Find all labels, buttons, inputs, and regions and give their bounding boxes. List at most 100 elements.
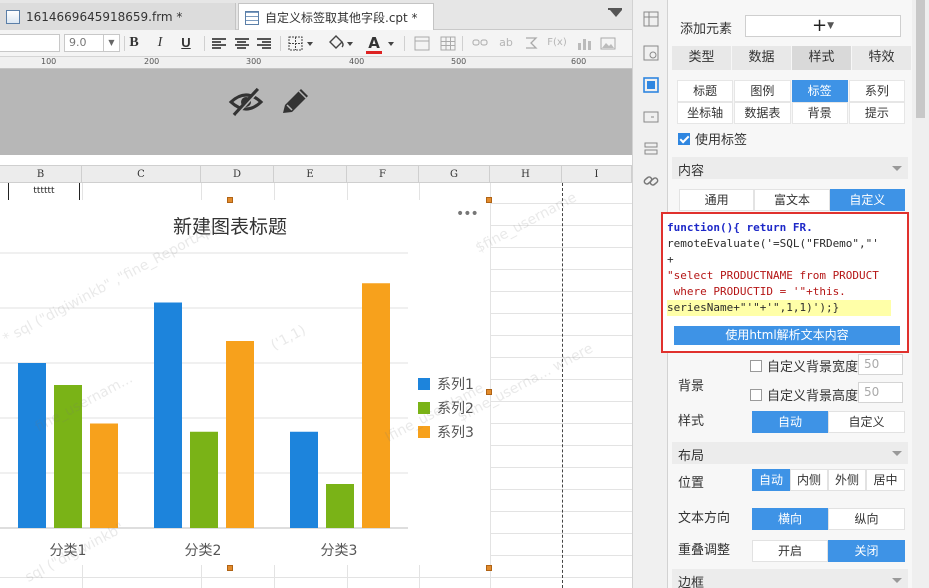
legend-item[interactable]: 系列1 — [418, 372, 474, 396]
column-header-f[interactable]: F — [347, 166, 419, 183]
legend-item[interactable]: 系列2 — [418, 396, 474, 420]
align-right-icon[interactable] — [257, 38, 271, 49]
frame-icon[interactable] — [414, 36, 430, 51]
sort-icon[interactable] — [524, 36, 538, 51]
scrollbar-thumb[interactable] — [916, 0, 925, 118]
column-header-h[interactable]: H — [490, 166, 562, 183]
cell-element-icon[interactable] — [642, 44, 660, 62]
content-section-header[interactable]: 内容 — [672, 157, 908, 179]
direction-horizontal-button[interactable]: 横向 — [752, 508, 828, 530]
column-header-d[interactable]: D — [201, 166, 274, 183]
bar-1-1[interactable] — [18, 363, 46, 528]
resize-handle[interactable] — [227, 197, 233, 203]
column-header-g[interactable]: G — [419, 166, 490, 183]
hyperlink-icon[interactable] — [642, 172, 660, 190]
style-auto-button[interactable]: 自动 — [752, 411, 828, 433]
font-family-select[interactable] — [0, 34, 60, 52]
subtab-series[interactable]: 系列 — [848, 80, 905, 102]
column-header-e[interactable]: E — [274, 166, 347, 183]
bg-height-input[interactable]: 50 — [858, 382, 903, 403]
use-label-checkbox-row[interactable]: 使用标签 — [678, 129, 747, 148]
subtab-background[interactable]: 背景 — [791, 102, 848, 124]
style-custom-button[interactable]: 自定义 — [828, 411, 905, 433]
bg-width-input[interactable]: 50 — [858, 354, 903, 375]
position-center-button[interactable]: 居中 — [866, 469, 905, 491]
custom-bg-height-checkbox[interactable] — [750, 388, 762, 401]
parse-html-button[interactable]: 使用html解析文本内容 — [674, 326, 900, 345]
chevron-down-icon[interactable] — [386, 36, 396, 50]
align-center-icon[interactable] — [235, 38, 249, 49]
align-left-icon[interactable] — [212, 38, 226, 49]
bar-2-3[interactable] — [226, 341, 254, 528]
resize-handle[interactable] — [486, 565, 492, 571]
subtab-legend[interactable]: 图例 — [734, 80, 791, 102]
subtab-label[interactable]: 标签 — [791, 80, 848, 102]
function-code[interactable]: function(){ return FR. remoteEvaluate('=… — [667, 220, 903, 316]
tab-type[interactable]: 类型 — [672, 46, 732, 70]
bar-2-1[interactable] — [154, 302, 182, 529]
text-ab-button[interactable]: ab — [496, 34, 516, 52]
mode-rich-text[interactable]: 富文本 — [754, 189, 830, 211]
table-icon[interactable] — [440, 36, 456, 51]
column-header-i[interactable]: I — [562, 166, 632, 183]
italic-button[interactable]: I — [150, 34, 170, 52]
position-auto-button[interactable]: 自动 — [752, 469, 790, 491]
subtab-datasheet[interactable]: 数据表 — [734, 102, 791, 124]
edit-pencil-icon[interactable] — [278, 86, 312, 118]
direction-vertical-button[interactable]: 纵向 — [828, 508, 905, 530]
legend-item[interactable]: 系列3 — [418, 420, 474, 444]
formula-button[interactable]: F(x) — [546, 34, 568, 52]
subtab-tooltip[interactable]: 提示 — [848, 102, 905, 124]
panel-scrollbar[interactable] — [912, 0, 929, 588]
custom-bg-height-option[interactable]: 自定义背景高度 — [750, 385, 858, 404]
hide-eye-icon[interactable] — [228, 86, 264, 118]
link-icon[interactable] — [472, 38, 488, 48]
bar-3-1[interactable] — [290, 431, 318, 528]
layout-section-header[interactable]: 布局 — [672, 442, 908, 464]
tab-data[interactable]: 数据 — [732, 46, 792, 70]
chart-insert-icon[interactable] — [576, 36, 592, 51]
subtab-title[interactable]: 标题 — [677, 80, 734, 102]
custom-bg-width-option[interactable]: 自定义背景宽度 — [750, 356, 858, 375]
resize-handle[interactable] — [227, 565, 233, 571]
underline-button[interactable]: U — [176, 34, 196, 52]
resize-handle[interactable] — [486, 197, 492, 203]
overlap-off-button[interactable]: 关闭 — [828, 540, 905, 562]
position-outside-button[interactable]: 外侧 — [828, 469, 866, 491]
position-inside-button[interactable]: 内侧 — [790, 469, 828, 491]
font-size-select[interactable]: 9.0 ▼ — [64, 34, 120, 52]
widget-settings-icon[interactable] — [642, 108, 660, 126]
overlap-on-button[interactable]: 开启 — [752, 540, 828, 562]
border-icon[interactable] — [288, 36, 314, 51]
condition-attribute-icon[interactable] — [642, 140, 660, 158]
bar-3-3[interactable] — [362, 283, 390, 528]
tab-style[interactable]: 样式 — [792, 46, 852, 70]
tab-list-menu-icon[interactable] — [608, 8, 622, 20]
use-label-checkbox[interactable] — [678, 132, 690, 145]
bar-2-2[interactable] — [190, 431, 218, 528]
cell-attribute-icon[interactable] — [642, 10, 660, 28]
resize-handle[interactable] — [486, 389, 492, 395]
add-element-button[interactable]: +▼ — [745, 15, 901, 37]
fill-color-icon[interactable] — [326, 34, 354, 52]
mode-custom[interactable]: 自定义 — [829, 189, 905, 211]
column-header-c[interactable]: C — [82, 166, 201, 183]
custom-function-editor[interactable]: function(){ return FR. remoteEvaluate('=… — [661, 212, 909, 353]
custom-bg-width-checkbox[interactable] — [750, 359, 762, 372]
subtab-axis[interactable]: 坐标轴 — [677, 102, 734, 124]
image-insert-icon[interactable] — [600, 36, 616, 51]
chart-widget[interactable]: 新建图表标题 ••• 系列1 系列2 系列3 分类1 分类2 分类3 — [0, 200, 490, 565]
more-options-icon[interactable]: ••• — [456, 206, 479, 222]
tab-cpt-document[interactable]: 自定义标签取其他字段.cpt * — [238, 3, 434, 31]
bar-1-2[interactable] — [54, 385, 82, 528]
bar-1-3[interactable] — [90, 423, 118, 529]
bar-3-2[interactable] — [326, 484, 354, 528]
bold-button[interactable]: B — [124, 34, 144, 52]
font-color-button[interactable]: A — [364, 34, 384, 52]
chart-property-icon[interactable] — [642, 76, 660, 94]
border-section-header[interactable]: 边框 — [672, 569, 908, 588]
column-header-b[interactable]: B — [0, 166, 82, 183]
mode-general[interactable]: 通用 — [679, 189, 755, 211]
cell-b1[interactable]: tttttt — [8, 183, 80, 201]
tab-frm-document[interactable]: 1614669645918659.frm * — [0, 3, 236, 30]
